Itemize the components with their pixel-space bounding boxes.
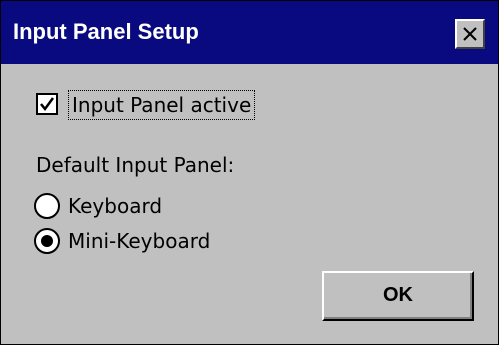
checkmark-icon (40, 97, 55, 112)
default-input-panel-label: Default Input Panel: (36, 153, 235, 177)
checkbox-box[interactable] (36, 93, 58, 115)
radio-mini-keyboard-label: Mini-Keyboard (68, 229, 211, 253)
radio-selected-dot (41, 235, 53, 247)
input-panel-setup-dialog: Input Panel Setup Input Panel active Def… (0, 0, 499, 345)
radio-button-selected[interactable] (34, 228, 60, 254)
checkbox-label: Input Panel active (68, 90, 256, 120)
close-icon (463, 27, 477, 41)
ok-button[interactable]: OK (322, 271, 474, 321)
window-title: Input Panel Setup (13, 19, 199, 44)
radio-button-unselected[interactable] (34, 193, 60, 219)
radio-keyboard-label: Keyboard (68, 194, 163, 218)
title-bar: Input Panel Setup (1, 1, 498, 64)
close-button[interactable] (455, 19, 485, 49)
